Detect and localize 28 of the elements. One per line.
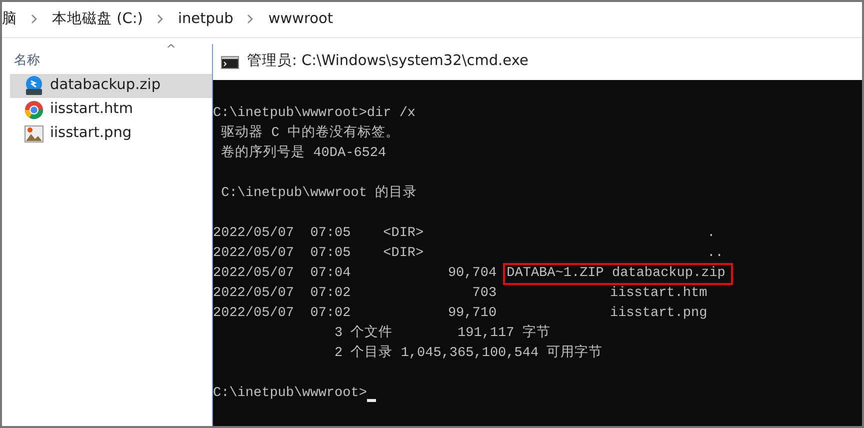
file-row[interactable]: databackup.zip [10, 74, 212, 98]
console-line: 2022/05/07 07:05 <DIR> .. [213, 245, 724, 263]
breadcrumb-item[interactable]: wwwroot [268, 8, 334, 30]
console-line: 2022/05/07 07:02 99,710 iisstart.png [213, 305, 708, 323]
console-line: 卷的序列号是 40DA-6524 [220, 144, 388, 163]
console-line: 2022/05/07 07:05 <DIR> . [213, 225, 716, 243]
window-title: 管理员: C:\Windows\system32\cmd.exe [247, 52, 528, 72]
file-name: iisstart.htm [50, 100, 133, 120]
breadcrumb-item[interactable]: inetpub [178, 8, 234, 30]
console-line: 2022/05/07 07:04 90,704 [213, 265, 498, 283]
file-row[interactable]: iisstart.png [10, 122, 212, 146]
browser-file-icon [24, 100, 44, 120]
console-line: 2022/05/07 07:02 703 iisstart.htm [213, 285, 708, 303]
file-name: databackup.zip [50, 76, 161, 96]
console-line: 2 个目录 1,045,365,100,544 可用字节 [334, 344, 604, 363]
console-line: C:\inetpub\wwwroot>dir /x [213, 105, 417, 123]
breadcrumb-item[interactable]: 脑 [2, 8, 17, 30]
console-line: C:\inetpub\wwwroot 的目录 [220, 184, 418, 203]
console-line: 3 个文件 191,117 字节 [334, 324, 552, 343]
console-icon [221, 56, 239, 68]
image-file-icon [24, 125, 44, 143]
file-name: iisstart.png [50, 124, 132, 144]
file-row[interactable]: iisstart.htm [10, 98, 212, 122]
console-line: C:\inetpub\wwwroot> [213, 385, 367, 403]
highlight-box: DATABA~1.ZIP databackup.zip [504, 265, 732, 283]
breadcrumb-item[interactable]: 本地磁盘 (C:) [52, 8, 143, 30]
zip-file-icon [24, 76, 44, 96]
console-line: 驱动器 C 中的卷没有标签。 [220, 124, 400, 143]
